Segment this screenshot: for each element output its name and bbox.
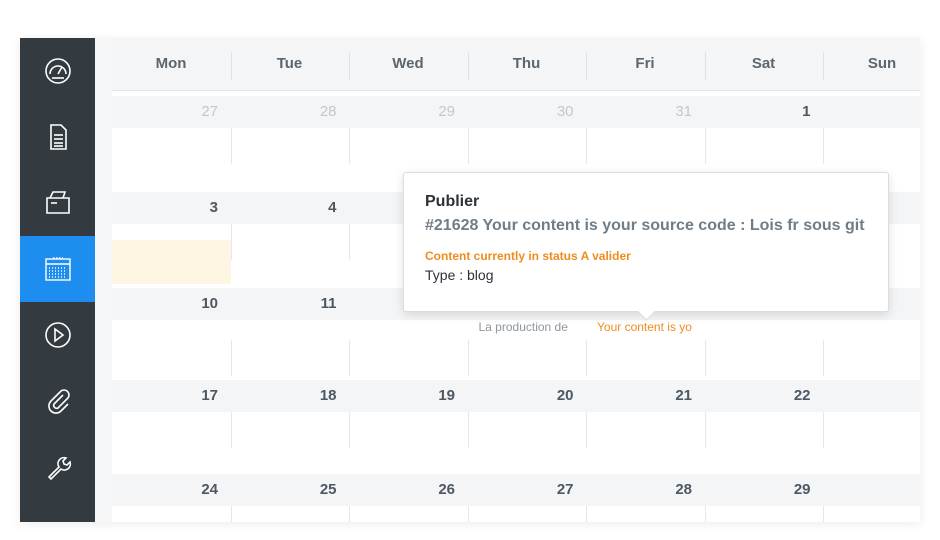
weekday-thu: Thu xyxy=(512,55,541,72)
paperclip-icon xyxy=(47,389,70,414)
weekday-sun: Sun xyxy=(867,55,897,72)
today-cell[interactable] xyxy=(112,240,231,284)
cell-divider xyxy=(704,412,706,448)
sidebar-item-dashboard[interactable] xyxy=(20,38,95,104)
day-number[interactable]: 11 xyxy=(231,288,349,320)
day-number[interactable]: 27 xyxy=(112,96,230,128)
sidebar-item-settings[interactable] xyxy=(20,434,95,500)
weekday-wed: Wed xyxy=(392,55,424,72)
tooltip-type: Type : blog xyxy=(425,267,494,283)
day-number[interactable]: 31 xyxy=(586,96,704,128)
cell-divider xyxy=(704,340,706,376)
tooltip-subtitle: #21628 Your content is your source code … xyxy=(425,217,865,234)
tooltip-title: Publier xyxy=(425,193,480,210)
cell-divider xyxy=(230,340,232,376)
cell-divider xyxy=(823,506,824,522)
cell-divider xyxy=(349,128,350,164)
cell-divider xyxy=(467,340,469,376)
week-row: 27 28 29 30 31 1 xyxy=(112,96,920,128)
cell-divider xyxy=(230,224,232,260)
header-divider xyxy=(467,52,469,80)
tooltip-status: Content currently in status A valider xyxy=(425,249,631,263)
cell-divider xyxy=(230,412,232,448)
folder-icon xyxy=(45,191,70,214)
day-number[interactable]: 20 xyxy=(468,380,586,412)
event-tooltip: Publier #21628 Your content is your sour… xyxy=(403,172,889,321)
cell-divider xyxy=(823,412,824,448)
header-divider xyxy=(586,52,587,80)
day-number[interactable]: 21 xyxy=(586,380,704,412)
day-number[interactable]: 30 xyxy=(468,96,586,128)
cell-divider xyxy=(349,340,350,376)
sidebar-item-media[interactable] xyxy=(20,302,95,368)
header-divider xyxy=(704,52,706,80)
day-number[interactable]: 25 xyxy=(231,474,349,506)
weekday-mon: Mon xyxy=(155,55,187,72)
wrench-icon xyxy=(47,456,71,481)
cell-divider xyxy=(349,506,350,522)
day-number[interactable]: 28 xyxy=(231,96,349,128)
day-number[interactable]: 27 xyxy=(468,474,586,506)
header-divider xyxy=(823,52,824,80)
cell-divider xyxy=(586,128,587,164)
weekday-fri: Fri xyxy=(635,55,655,72)
sidebar-item-documents[interactable] xyxy=(20,104,95,170)
cell-divider xyxy=(467,506,469,522)
dashboard-icon xyxy=(44,58,71,84)
calendar-event[interactable]: Your content is yo xyxy=(597,318,705,336)
calendar-icon xyxy=(44,257,71,281)
cell-divider xyxy=(586,340,587,376)
cell-divider xyxy=(349,224,350,260)
cell-divider xyxy=(467,128,469,164)
week-row: 17 18 19 20 21 22 xyxy=(112,380,920,412)
day-number[interactable]: 22 xyxy=(705,380,823,412)
sidebar-item-calendar[interactable] xyxy=(20,236,95,302)
weekday-header: Mon Tue Wed Thu Fri Sat Sun xyxy=(112,38,920,91)
day-number[interactable]: 18 xyxy=(231,380,349,412)
day-number[interactable]: 29 xyxy=(349,96,467,128)
calendar-event[interactable]: La production de xyxy=(479,318,583,336)
sidebar xyxy=(20,38,95,522)
weekday-sat: Sat xyxy=(751,55,776,72)
cell-divider xyxy=(586,412,587,448)
cell-divider xyxy=(704,128,706,164)
header-divider xyxy=(230,52,232,80)
day-number[interactable]: 4 xyxy=(231,192,349,224)
header-divider xyxy=(349,52,350,80)
cell-divider xyxy=(823,340,824,376)
cell-divider xyxy=(704,506,706,522)
day-number[interactable]: 3 xyxy=(112,192,230,224)
cell-divider xyxy=(467,412,469,448)
day-number[interactable]: 1 xyxy=(705,96,823,128)
sidebar-item-folders[interactable] xyxy=(20,170,95,236)
day-number[interactable]: 26 xyxy=(349,474,467,506)
cell-divider xyxy=(230,128,232,164)
play-icon xyxy=(44,322,71,348)
day-number[interactable]: 29 xyxy=(705,474,823,506)
day-number[interactable]: 17 xyxy=(112,380,230,412)
week-row: 24 25 26 27 28 29 xyxy=(112,474,920,506)
cell-divider xyxy=(586,506,587,522)
day-number[interactable]: 28 xyxy=(586,474,704,506)
day-number[interactable]: 10 xyxy=(112,288,230,320)
day-number[interactable]: 24 xyxy=(112,474,230,506)
document-icon xyxy=(49,124,67,150)
cell-divider xyxy=(230,506,232,522)
weekday-tue: Tue xyxy=(276,55,303,72)
cell-divider xyxy=(823,128,824,164)
cell-divider xyxy=(349,412,350,448)
day-number[interactable]: 19 xyxy=(349,380,467,412)
sidebar-item-attachments[interactable] xyxy=(20,368,95,434)
